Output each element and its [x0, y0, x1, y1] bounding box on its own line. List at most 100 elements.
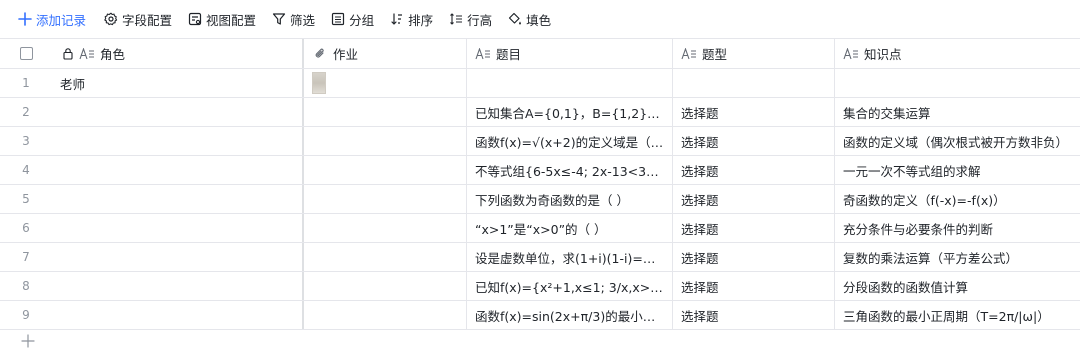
add-record-button[interactable]: 添加记录 — [18, 7, 86, 31]
question-cell[interactable]: “x>1”是“x>0”的（ ） — [467, 214, 673, 242]
homework-cell[interactable] — [304, 272, 467, 300]
knowledge-cell[interactable]: 三角函数的最小正周期（T=2π/|ω|） — [835, 301, 1080, 329]
question-cell[interactable]: 函数f(x)=sin(2x+π/3)的最小正... — [467, 301, 673, 329]
row-index: 8 — [22, 279, 30, 293]
knowledge-cell[interactable]: 充分条件与必要条件的判断 — [835, 214, 1080, 242]
table-row[interactable]: 4 不等式组{6-5x≤-4; 2x-13<3}的... 选择题 一元一次不等式… — [0, 156, 1080, 185]
homework-cell[interactable] — [304, 98, 467, 126]
homework-cell[interactable] — [304, 185, 467, 213]
question-type-cell[interactable]: 选择题 — [673, 214, 835, 242]
knowledge-cell[interactable]: 分段函数的函数值计算 — [835, 272, 1080, 300]
table-row[interactable]: 6 “x>1”是“x>0”的（ ） 选择题 充分条件与必要条件的判断 — [0, 214, 1080, 243]
question-type-cell[interactable]: 选择题 — [673, 301, 835, 329]
row-index: 5 — [22, 192, 30, 206]
row-index: 6 — [22, 221, 30, 235]
role-cell[interactable]: 老师 — [52, 69, 304, 97]
knowledge-cell[interactable]: 复数的乘法运算（平方差公式） — [835, 243, 1080, 271]
knowledge-cell[interactable] — [835, 69, 1080, 97]
table-row[interactable]: 9 函数f(x)=sin(2x+π/3)的最小正... 选择题 三角函数的最小正… — [0, 301, 1080, 330]
question-type-cell[interactable]: 选择题 — [673, 243, 835, 271]
filter-icon — [272, 12, 286, 26]
column-header-knowledge[interactable]: 知识点 — [835, 39, 1080, 68]
row-height-label: 行高 — [467, 12, 493, 28]
select-all-cell[interactable] — [0, 39, 52, 68]
header-row: 角色 作业 题目 题型 知识点 — [0, 38, 1080, 69]
table-row[interactable]: 7 设是虚数单位，求(1+i)(1-i)=（... 选择题 复数的乘法运算（平方… — [0, 243, 1080, 272]
group-button[interactable]: 分组 — [331, 7, 374, 31]
plus-icon — [18, 12, 32, 26]
row-height-button[interactable]: 行高 — [449, 7, 492, 31]
filter-button[interactable]: 筛选 — [272, 7, 315, 31]
table-row[interactable]: 5 下列函数为奇函数的是（ ） 选择题 奇函数的定义（f(-x)=-f(x)） — [0, 185, 1080, 214]
fill-color-label: 填色 — [526, 12, 552, 28]
group-label: 分组 — [349, 12, 375, 28]
knowledge-cell[interactable]: 函数的定义域（偶次根式被开方数非负） — [835, 127, 1080, 155]
role-cell[interactable] — [52, 185, 304, 213]
column-header-role[interactable]: 角色 — [52, 39, 304, 68]
question-cell[interactable]: 不等式组{6-5x≤-4; 2x-13<3}的... — [467, 156, 673, 184]
question-type-cell[interactable]: 选择题 — [673, 272, 835, 300]
question-type-cell[interactable]: 选择题 — [673, 156, 835, 184]
field-config-button[interactable]: 字段配置 — [104, 7, 172, 31]
table-row[interactable]: 8 已知f(x)={x²+1,x≤1; 3/x,x>1}... 选择题 分段函数… — [0, 272, 1080, 301]
add-row-button[interactable] — [20, 333, 36, 349]
row-index: 9 — [22, 308, 30, 322]
role-cell[interactable] — [52, 301, 304, 329]
question-cell[interactable]: 已知集合A={0,1}，B={1,2}，... — [467, 98, 673, 126]
table-row[interactable]: 3 函数f(x)=√(x+2)的定义域是（ ） 选择题 函数的定义域（偶次根式被… — [0, 127, 1080, 156]
homework-cell[interactable] — [304, 156, 467, 184]
role-cell[interactable] — [52, 98, 304, 126]
gear-icon — [104, 12, 118, 26]
fill-color-button[interactable]: 填色 — [508, 7, 551, 31]
homework-cell[interactable] — [304, 127, 467, 155]
question-type-cell[interactable]: 选择题 — [673, 98, 835, 126]
question-cell[interactable]: 已知f(x)={x²+1,x≤1; 3/x,x>1}... — [467, 272, 673, 300]
view-config-label: 视图配置 — [206, 12, 257, 28]
question-cell[interactable] — [467, 69, 673, 97]
table-row[interactable]: 1 老师 — [0, 69, 1080, 98]
view-config-button[interactable]: 视图配置 — [188, 7, 256, 31]
row-index: 7 — [22, 250, 30, 264]
text-field-icon — [475, 47, 491, 61]
homework-cell[interactable] — [304, 301, 467, 329]
knowledge-cell[interactable]: 奇函数的定义（f(-x)=-f(x)） — [835, 185, 1080, 213]
table-row[interactable]: 2 已知集合A={0,1}，B={1,2}，... 选择题 集合的交集运算 — [0, 98, 1080, 127]
knowledge-cell[interactable]: 集合的交集运算 — [835, 98, 1080, 126]
filter-label: 筛选 — [290, 12, 316, 28]
question-type-cell[interactable]: 选择题 — [673, 185, 835, 213]
sort-button[interactable]: 排序 — [390, 7, 433, 31]
select-all-checkbox[interactable] — [19, 47, 33, 60]
question-type-header-label: 题型 — [702, 47, 728, 62]
role-cell[interactable] — [52, 156, 304, 184]
column-header-homework[interactable]: 作业 — [304, 39, 467, 68]
sort-icon — [390, 12, 404, 26]
attachment-thumbnail[interactable] — [312, 72, 326, 94]
paperclip-icon — [312, 47, 328, 61]
question-type-cell[interactable] — [673, 69, 835, 97]
text-field-icon — [843, 47, 859, 61]
role-cell[interactable] — [52, 272, 304, 300]
row-index: 3 — [22, 134, 30, 148]
text-field-icon — [681, 47, 697, 61]
question-cell[interactable]: 下列函数为奇函数的是（ ） — [467, 185, 673, 213]
column-header-question[interactable]: 题目 — [467, 39, 673, 68]
knowledge-header-label: 知识点 — [864, 47, 902, 62]
group-icon — [331, 12, 345, 26]
homework-cell[interactable] — [304, 69, 467, 97]
row-index: 4 — [22, 163, 30, 177]
question-cell[interactable]: 设是虚数单位，求(1+i)(1-i)=（... — [467, 243, 673, 271]
plus-icon — [20, 334, 36, 352]
role-cell[interactable] — [52, 214, 304, 242]
row-height-icon — [449, 12, 463, 26]
homework-cell[interactable] — [304, 214, 467, 242]
role-cell[interactable] — [52, 127, 304, 155]
knowledge-cell[interactable]: 一元一次不等式组的求解 — [835, 156, 1080, 184]
question-type-cell[interactable]: 选择题 — [673, 127, 835, 155]
homework-cell[interactable] — [304, 243, 467, 271]
text-field-icon — [79, 47, 95, 61]
field-config-label: 字段配置 — [122, 12, 173, 28]
row-index: 1 — [22, 76, 30, 90]
question-cell[interactable]: 函数f(x)=√(x+2)的定义域是（ ） — [467, 127, 673, 155]
column-header-question-type[interactable]: 题型 — [673, 39, 835, 68]
role-cell[interactable] — [52, 243, 304, 271]
